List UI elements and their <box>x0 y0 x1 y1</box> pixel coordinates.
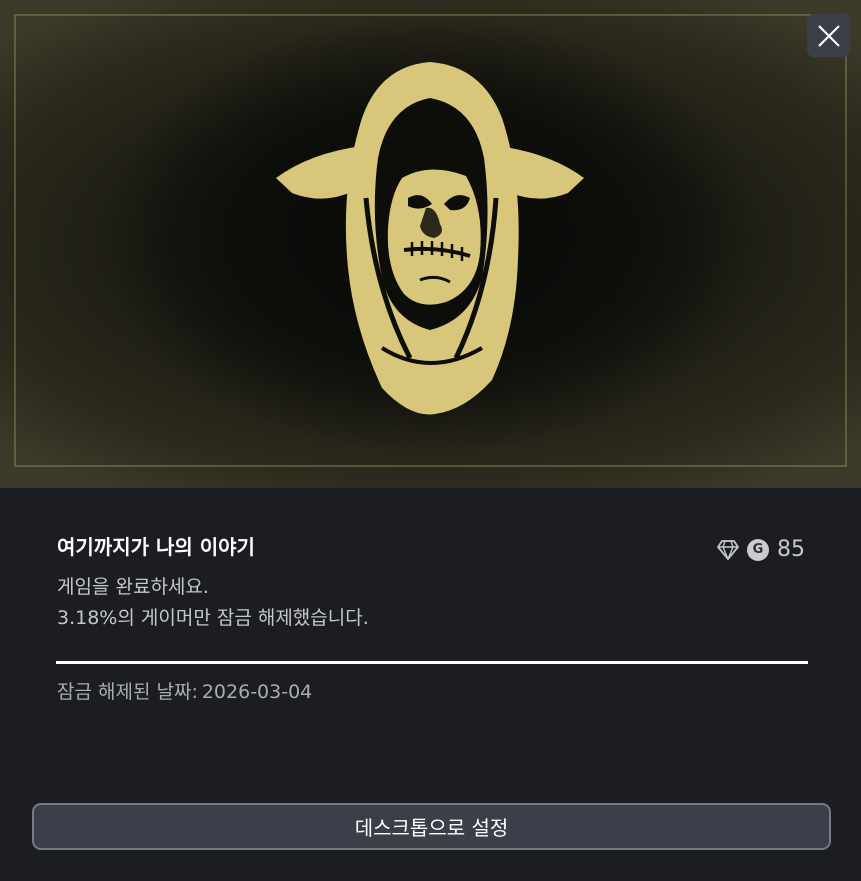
hooded-goblin-emblem <box>276 62 584 415</box>
unlock-date-row: 잠금 해제된 날짜: 2026-03-04 <box>57 677 312 704</box>
gamerscore-group: G 85 <box>717 537 805 562</box>
gamerscore-value: 85 <box>777 537 805 562</box>
unlock-date-value: 2026-03-04 <box>201 681 313 703</box>
achievement-title: 여기까지가 나의 이야기 <box>57 535 255 559</box>
achievement-art <box>0 0 861 488</box>
set-as-desktop-button[interactable]: 데스크톱으로 설정 <box>32 803 831 850</box>
achievement-description: 게임을 완료하세요. <box>57 576 209 598</box>
diamond-icon <box>717 539 739 560</box>
progress-bar <box>56 661 808 664</box>
achievement-description-block: 게임을 완료하세요. 3.18%의 게이머만 잠금 해제했습니다. <box>57 572 369 634</box>
gamerscore-badge: G <box>747 538 769 561</box>
close-button[interactable] <box>807 14 850 57</box>
close-icon <box>817 24 840 47</box>
rarity-text: 3.18%의 게이머만 잠금 해제했습니다. <box>57 607 369 629</box>
unlock-date-label: 잠금 해제된 날짜: <box>57 681 198 703</box>
set-as-desktop-label: 데스크톱으로 설정 <box>354 816 509 840</box>
